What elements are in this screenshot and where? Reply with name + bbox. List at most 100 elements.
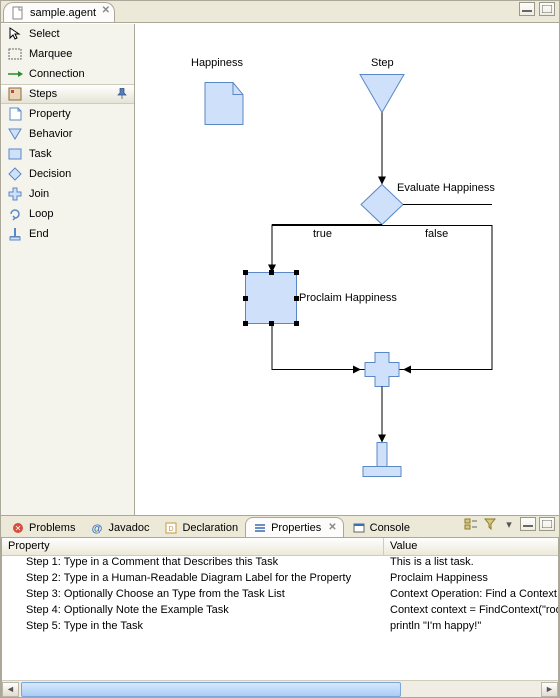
value-cell: This is a list task. (384, 556, 558, 572)
close-icon[interactable]: ✕ (102, 5, 110, 16)
views-area: ✕ Problems @ Javadoc D Declaration Prope… (1, 515, 559, 697)
palette-loop[interactable]: Loop (1, 204, 134, 224)
value-cell: Context Operation: Find a Context [Cont (384, 588, 558, 604)
tab-label: Problems (29, 522, 75, 534)
table-row[interactable]: Step 4: Optionally Note the Example Task… (2, 604, 558, 620)
filter-icon[interactable] (482, 517, 498, 531)
agent-file-icon (10, 5, 26, 21)
tab-problems[interactable]: ✕ Problems (3, 517, 82, 537)
label-true: true (313, 228, 332, 240)
properties-view: Property Value Step 1: Type in a Comment… (1, 538, 559, 697)
task-icon (7, 146, 23, 162)
tab-javadoc[interactable]: @ Javadoc (82, 517, 156, 537)
svg-text:✕: ✕ (15, 524, 22, 533)
palette-item-label: Marquee (29, 48, 72, 60)
palette-task[interactable]: Task (1, 144, 134, 164)
palette-decision[interactable]: Decision (1, 164, 134, 184)
palette-marquee[interactable]: Marquee (1, 44, 134, 64)
label-proclaim: Proclaim Happiness (299, 292, 397, 304)
view-menu-icon[interactable]: ▾ (501, 517, 517, 531)
behavior-icon (7, 126, 23, 142)
join-icon (7, 186, 23, 202)
column-header-value[interactable]: Value (384, 538, 558, 555)
scroll-thumb[interactable] (21, 682, 401, 697)
editor-tab-sample-agent[interactable]: sample.agent ✕ (3, 2, 115, 22)
javadoc-icon: @ (89, 520, 105, 536)
palette-drawer-label: Steps (29, 88, 57, 100)
cursor-icon (7, 26, 23, 42)
palette-drawer-steps[interactable]: Steps (1, 84, 134, 104)
problems-icon: ✕ (10, 520, 26, 536)
palette-item-label: Loop (29, 208, 53, 220)
connection-icon (7, 66, 23, 82)
value-cell: Proclaim Happiness (384, 572, 558, 588)
node-end[interactable] (363, 443, 401, 477)
palette-join[interactable]: Join (1, 184, 134, 204)
declaration-icon: D (163, 520, 179, 536)
node-behavior-step[interactable] (360, 75, 404, 113)
diagram-canvas[interactable]: Happiness Step Evaluate Happiness true f… (135, 24, 559, 515)
console-icon (351, 520, 367, 536)
properties-table-body: Step 1: Type in a Comment that Describes… (2, 556, 558, 680)
palette-item-label: Property (29, 108, 71, 120)
palette-item-label: Task (29, 148, 52, 160)
close-icon[interactable]: ✕ (328, 522, 336, 533)
svg-text:@: @ (92, 523, 103, 534)
palette-item-label: Behavior (29, 128, 72, 140)
value-cell: println "I'm happy!" (384, 620, 558, 636)
node-join[interactable] (365, 353, 399, 387)
palette-select[interactable]: Select (1, 24, 134, 44)
steps-drawer-icon (7, 86, 23, 102)
editor-area: sample.agent ✕ Select Marquee (1, 1, 559, 515)
column-header-property[interactable]: Property (2, 538, 384, 555)
property-cell: Step 2: Type in a Human-Readable Diagram… (2, 572, 384, 588)
editor-tabbar: sample.agent ✕ (1, 1, 559, 23)
marquee-icon (7, 46, 23, 62)
loop-icon (7, 206, 23, 222)
palette-item-label: End (29, 228, 49, 240)
property-cell: Step 4: Optionally Note the Example Task (2, 604, 384, 620)
maximize-icon[interactable] (539, 2, 555, 16)
editor-tab-label: sample.agent (30, 7, 96, 19)
table-row[interactable]: Step 5: Type in the Task println "I'm ha… (2, 620, 558, 636)
palette-connection[interactable]: Connection (1, 64, 134, 84)
node-task-proclaim[interactable] (245, 272, 297, 324)
views-toolbar: ▾ (463, 517, 555, 531)
palette-end[interactable]: End (1, 224, 134, 244)
tab-properties[interactable]: Properties ✕ (245, 517, 344, 537)
property-cell: Step 3: Optionally Choose an Type from t… (2, 588, 384, 604)
scroll-left-arrow[interactable]: ◄ (2, 682, 19, 697)
table-row[interactable]: Step 1: Type in a Comment that Describes… (2, 556, 558, 572)
tab-declaration[interactable]: D Declaration (156, 517, 245, 537)
node-property-happiness[interactable] (205, 83, 243, 125)
properties-table-header: Property Value (2, 538, 558, 556)
horizontal-scrollbar[interactable]: ◄ ► (2, 680, 558, 697)
table-row[interactable]: Step 2: Type in a Human-Readable Diagram… (2, 572, 558, 588)
property-cell: Step 5: Type in the Task (2, 620, 384, 636)
application-frame: sample.agent ✕ Select Marquee (0, 0, 560, 698)
categories-icon[interactable] (463, 517, 479, 531)
table-row[interactable]: Step 3: Optionally Choose an Type from t… (2, 588, 558, 604)
palette-item-label: Select (29, 28, 60, 40)
palette-item-label: Decision (29, 168, 71, 180)
palette-item-label: Join (29, 188, 49, 200)
tab-label: Console (370, 522, 410, 534)
views-tabbar: ✕ Problems @ Javadoc D Declaration Prope… (1, 516, 559, 538)
palette-behavior[interactable]: Behavior (1, 124, 134, 144)
palette-property[interactable]: Property (1, 104, 134, 124)
palette-item-label: Connection (29, 68, 85, 80)
label-happiness: Happiness (191, 57, 243, 69)
label-false: false (425, 228, 448, 240)
scroll-right-arrow[interactable]: ► (541, 682, 558, 697)
maximize-icon[interactable] (539, 517, 555, 531)
flow-svg (135, 24, 559, 515)
minimize-icon[interactable] (519, 2, 535, 16)
properties-icon (252, 520, 268, 536)
tab-console[interactable]: Console (344, 517, 417, 537)
minimize-icon[interactable] (520, 517, 536, 531)
label-evaluate: Evaluate Happiness (397, 182, 495, 194)
label-step: Step (371, 57, 394, 69)
end-icon (7, 226, 23, 242)
pin-icon[interactable] (116, 88, 128, 100)
svg-text:D: D (169, 526, 174, 533)
